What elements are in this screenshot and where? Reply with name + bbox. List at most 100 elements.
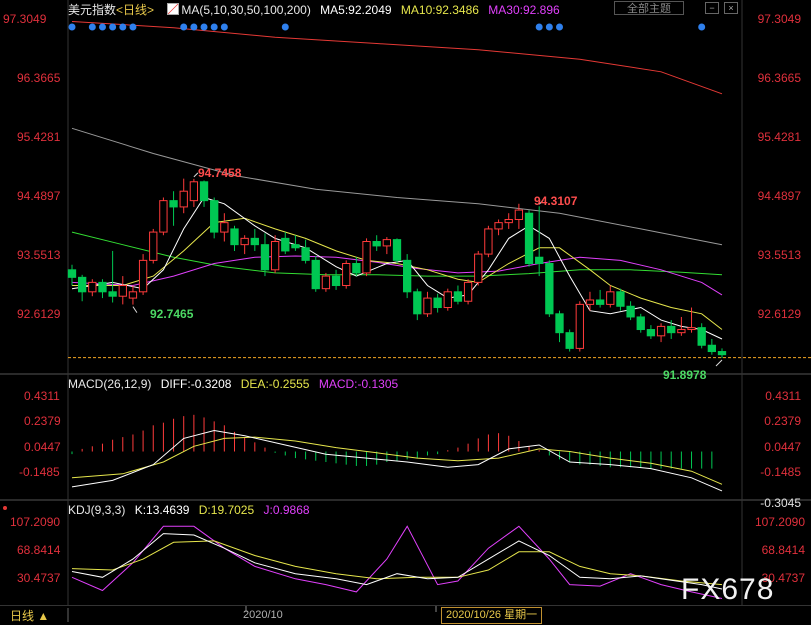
- kdj-d-value: D:19.7025: [198, 503, 255, 517]
- candle: [697, 327, 706, 346]
- kdj-marker-dot: [3, 506, 7, 510]
- kdj-axis-left-0: 107.2090: [10, 515, 61, 529]
- price-axis-left-4: 93.5513: [17, 248, 61, 262]
- macd-dea-value: DEA:-0.2555: [240, 377, 310, 391]
- candle: [108, 291, 117, 297]
- event-marker: [129, 23, 137, 31]
- candle: [199, 181, 209, 202]
- event-marker: [220, 23, 228, 31]
- last-low-annotation: 91.8978: [663, 368, 707, 382]
- watermark-logo: FX678: [681, 573, 775, 606]
- candle: [667, 325, 676, 334]
- candle: [626, 305, 635, 318]
- close-icon[interactable]: ×: [724, 2, 738, 14]
- candle: [504, 219, 513, 224]
- kdj-axis-right-1: 68.8414: [761, 543, 805, 557]
- kdj-k-value: K:13.4639: [134, 503, 190, 517]
- candle: [301, 247, 310, 261]
- candle: [606, 291, 615, 305]
- candle: [474, 253, 483, 283]
- event-marker: [210, 23, 218, 31]
- price-axis-right-5: 92.6129: [757, 307, 801, 321]
- candle: [260, 244, 270, 271]
- price-panel-header: 美元指数<日线> MA(5,10,30,50,100,200) MA5:92.2…: [68, 1, 566, 18]
- macd-axis-right-1: 0.2379: [764, 414, 801, 428]
- candle: [169, 200, 178, 208]
- kdj-settings[interactable]: KDJ(9,3,3): [68, 503, 125, 517]
- candle: [717, 351, 727, 356]
- price-axis-right-3: 94.4897: [757, 189, 801, 203]
- macd-axis-left-1: 0.2379: [24, 414, 61, 428]
- kdj-axis-left-2: 30.4737: [17, 571, 61, 585]
- macd-panel-header: MACD(26,12,9) DIFF:-0.3208 DEA:-0.2555 M…: [68, 377, 404, 391]
- candle: [352, 263, 361, 274]
- ma-settings[interactable]: MA(5,10,30,50,100,200): [181, 3, 310, 17]
- candle: [189, 181, 199, 202]
- candle: [555, 313, 564, 334]
- candle: [595, 299, 605, 305]
- ma30-value: MA30:92.896: [488, 3, 560, 17]
- macd-settings[interactable]: MACD(26,12,9): [68, 377, 151, 391]
- ma200-line: [71, 21, 723, 95]
- candle: [656, 325, 666, 337]
- kdj-axis-left-1: 68.8414: [17, 543, 61, 557]
- ma-toggle-icon[interactable]: [167, 3, 180, 15]
- event-marker: [180, 23, 188, 31]
- candle: [281, 237, 290, 252]
- candle: [128, 291, 138, 299]
- ma10-value: MA10:92.3486: [400, 3, 479, 17]
- macd-axis-right-3: -0.1485: [760, 465, 801, 479]
- candle: [575, 303, 584, 349]
- candle: [687, 327, 696, 331]
- candle: [585, 299, 595, 305]
- high-annotation: 94.7458: [198, 166, 242, 180]
- candle: [545, 263, 554, 315]
- candle: [67, 269, 77, 278]
- kdj-j-value: J:0.9868: [263, 503, 310, 517]
- candle: [382, 239, 391, 247]
- event-marker: [68, 23, 76, 31]
- event-marker: [109, 23, 117, 31]
- macd-diff-line: [71, 429, 723, 492]
- event-marker: [88, 23, 96, 31]
- period-tag[interactable]: <日线>: [116, 3, 154, 17]
- candle: [98, 281, 107, 293]
- instrument-name: 美元指数: [68, 3, 117, 17]
- candle: [78, 276, 87, 293]
- candle: [372, 241, 381, 247]
- macd-hist-value: MACD:-0.1305: [318, 377, 399, 391]
- theme-button[interactable]: 全部主题: [614, 1, 684, 15]
- price-axis-left-1: 96.3665: [17, 71, 61, 85]
- price-axis-left-0: 97.3049: [3, 12, 47, 26]
- event-marker: [190, 23, 198, 31]
- candle: [138, 259, 148, 293]
- period-selector[interactable]: 日线 ▲: [10, 607, 49, 624]
- annotation-pointer: [715, 359, 723, 367]
- candle: [443, 291, 452, 309]
- candle: [463, 281, 473, 302]
- candle: [677, 329, 686, 334]
- kdj-panel-header: KDJ(9,3,3) K:13.4639 D:19.7025 J:0.9868: [68, 503, 316, 517]
- price-axis-right-2: 95.4281: [757, 130, 801, 144]
- stock-chart[interactable]: [0, 0, 811, 624]
- macd-axis-left-3: -0.1485: [19, 465, 60, 479]
- candle: [707, 344, 716, 353]
- kdj-d-line: [71, 540, 723, 586]
- candle: [636, 316, 645, 331]
- x-axis-month-label: 2020/10: [243, 609, 283, 621]
- kdj-axis-right-0: 107.2090: [754, 515, 805, 529]
- macd-axis-right-2: 0.0447: [764, 440, 801, 454]
- candle: [423, 297, 432, 315]
- price-axis-right-1: 96.3665: [757, 71, 801, 85]
- candle: [646, 329, 656, 337]
- candle: [524, 212, 534, 265]
- candle: [220, 222, 229, 233]
- candle: [616, 291, 625, 307]
- candle: [494, 222, 503, 230]
- event-marker: [545, 23, 553, 31]
- candle: [565, 332, 574, 349]
- minimize-icon[interactable]: −: [705, 2, 719, 14]
- candle: [230, 228, 239, 246]
- event-marker: [535, 23, 543, 31]
- annotation-pointer: [132, 306, 138, 313]
